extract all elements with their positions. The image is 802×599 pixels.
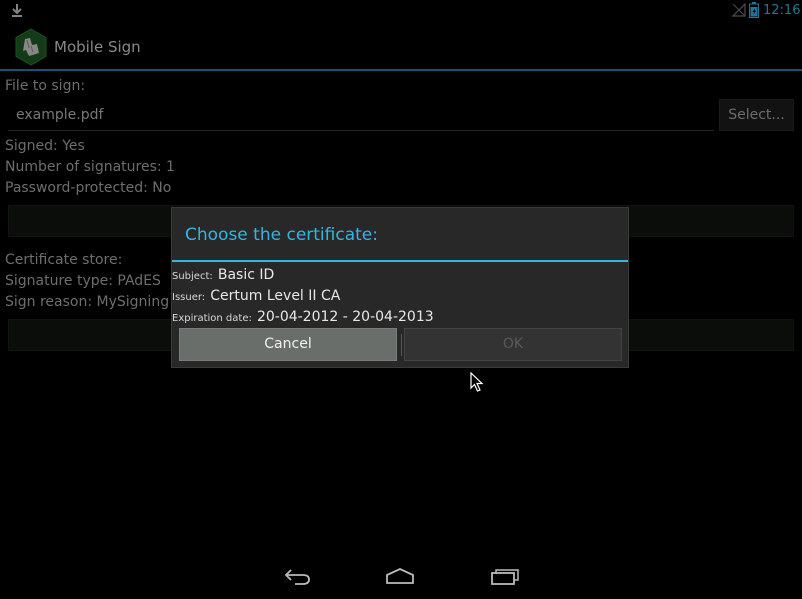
subject-value: Basic ID xyxy=(217,267,275,283)
recent-apps-icon[interactable] xyxy=(490,566,520,586)
choose-certificate-dialog: Choose the certificate: Subject: Basic I… xyxy=(171,207,629,368)
cancel-button[interactable]: Cancel xyxy=(179,328,397,361)
dialog-title-divider xyxy=(172,260,628,262)
expiration-key: Expiration date: xyxy=(172,313,252,324)
certificate-expiration-row[interactable]: Expiration date: 20-04-2012 - 20-04-2013 xyxy=(172,307,434,328)
subject-key: Subject: xyxy=(172,271,213,282)
home-icon[interactable] xyxy=(385,566,415,586)
ok-button[interactable]: OK xyxy=(404,328,622,361)
expiration-value: 20-04-2012 - 20-04-2013 xyxy=(256,309,434,325)
mouse-cursor-icon xyxy=(470,372,484,392)
button-separator xyxy=(401,334,402,356)
dialog-title: Choose the certificate: xyxy=(185,225,378,245)
issuer-key: Issuer: xyxy=(172,292,206,303)
issuer-value: Certum Level II CA xyxy=(210,288,341,304)
certificate-issuer-row[interactable]: Issuer: Certum Level II CA xyxy=(172,286,340,307)
back-icon[interactable] xyxy=(282,566,312,586)
screen: 12:16 Mobile Sign File to sign: example.… xyxy=(0,0,802,599)
certificate-subject-row[interactable]: Subject: Basic ID xyxy=(172,265,274,286)
